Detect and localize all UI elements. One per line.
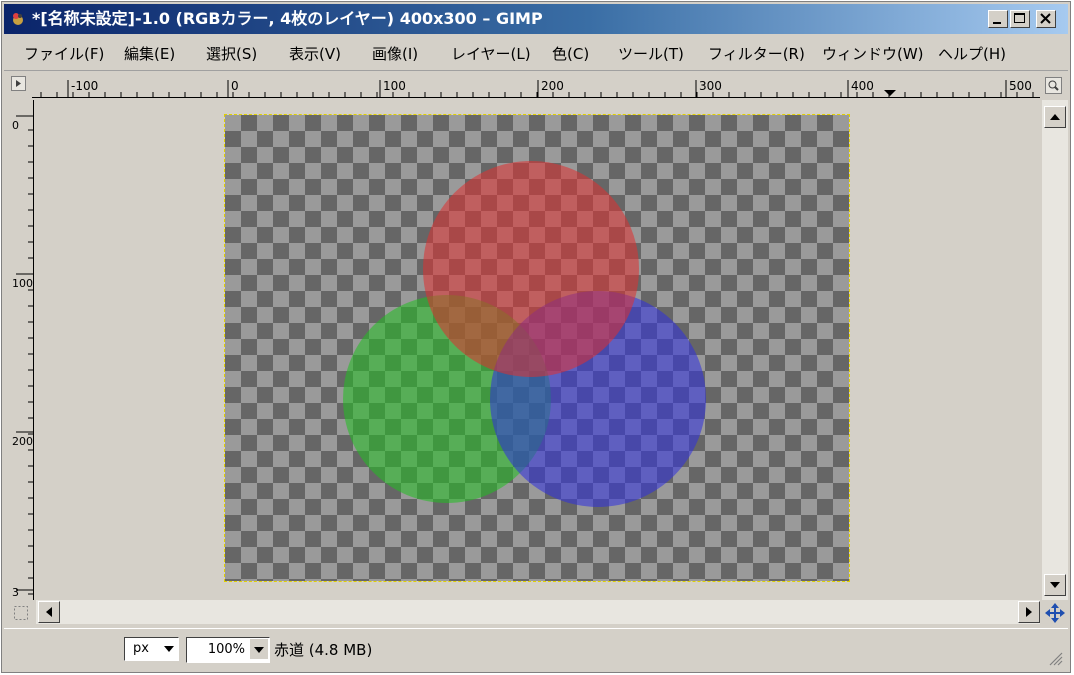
gimp-image-window: *[名称未設定]-1.0 (RGBカラー, 4枚のレイヤー) 400x300 –… xyxy=(1,1,1071,673)
vruler-label: 3 xyxy=(12,586,19,599)
rgb-circles xyxy=(343,161,706,507)
gimp-app-icon[interactable] xyxy=(10,11,26,27)
zoom-toggle-icon[interactable] xyxy=(1044,77,1064,95)
chevron-down-icon xyxy=(254,647,264,653)
hruler-label: 300 xyxy=(699,79,722,93)
zoom-value: 100% xyxy=(207,642,245,657)
horizontal-scrollbar[interactable] xyxy=(36,600,1040,624)
menu-layer[interactable]: レイヤー(L) xyxy=(451,43,531,64)
menu-filters[interactable]: フィルター(R) xyxy=(708,43,805,64)
status-message: 赤道 (4.8 MB) xyxy=(274,641,373,659)
hruler-label: -100 xyxy=(71,79,98,93)
resize-grip-icon[interactable] xyxy=(1044,647,1064,667)
chevron-down-icon xyxy=(164,646,174,652)
menu-colors[interactable]: 色(C) xyxy=(552,43,589,64)
image-canvas[interactable] xyxy=(224,114,850,582)
status-bar: px 100% 赤道 (4.8 MB) xyxy=(4,628,1068,672)
horizontal-ruler[interactable]: -100 0 100 200 300 400 500 xyxy=(32,72,1040,98)
hruler-label: 100 xyxy=(383,79,406,93)
scroll-left-icon xyxy=(46,607,52,617)
navigate-icon[interactable] xyxy=(1044,602,1066,624)
unit-value: px xyxy=(133,641,149,656)
hruler-label: 0 xyxy=(231,79,239,93)
scroll-right-icon xyxy=(1026,607,1032,617)
vruler-ticks xyxy=(16,100,34,600)
title-bar[interactable]: *[名称未設定]-1.0 (RGBカラー, 4枚のレイヤー) 400x300 –… xyxy=(4,4,1068,34)
hruler-label: 400 xyxy=(851,79,874,93)
menu-view[interactable]: 表示(V) xyxy=(289,43,341,64)
hruler-ticks xyxy=(32,80,1040,98)
vruler-label: 0 xyxy=(12,119,19,132)
red-circle xyxy=(423,161,639,377)
scroll-down-icon xyxy=(1050,582,1060,588)
minimize-button[interactable] xyxy=(988,10,1008,28)
scroll-down-button[interactable] xyxy=(1044,574,1066,596)
canvas-area[interactable] xyxy=(36,100,1040,598)
zoom-dropdown-button[interactable] xyxy=(250,639,268,659)
ruler-menu-icon[interactable] xyxy=(10,75,32,95)
hruler-label: 200 xyxy=(541,79,564,93)
vertical-scrollbar[interactable] xyxy=(1042,100,1068,600)
menu-image[interactable]: 画像(I) xyxy=(372,43,418,64)
unit-selector[interactable]: px xyxy=(124,637,179,661)
menu-windows[interactable]: ウィンドウ(W) xyxy=(822,43,924,64)
vruler-label: 200 xyxy=(12,435,33,448)
quick-mask-icon[interactable] xyxy=(12,604,30,622)
maximize-button[interactable] xyxy=(1010,10,1030,28)
zoom-selector[interactable]: 100% xyxy=(186,637,270,663)
menu-bar: ファイル(F) 編集(E) 選択(S) 表示(V) 画像(I) レイヤー(L) … xyxy=(4,36,1068,71)
menu-tools[interactable]: ツール(T) xyxy=(618,43,684,64)
circle-layers xyxy=(343,161,706,507)
vertical-ruler[interactable]: 0 100 200 3 xyxy=(8,100,34,600)
menu-edit[interactable]: 編集(E) xyxy=(124,43,175,64)
scroll-right-button[interactable] xyxy=(1018,601,1040,623)
close-icon xyxy=(1040,13,1051,24)
menu-file[interactable]: ファイル(F) xyxy=(24,43,104,64)
hruler-pointer xyxy=(884,90,896,96)
window-title: *[名称未設定]-1.0 (RGBカラー, 4枚のレイヤー) 400x300 –… xyxy=(32,9,543,28)
vruler-label: 100 xyxy=(12,277,33,290)
vruler-labels: 0 100 200 3 xyxy=(12,119,33,599)
minimize-icon xyxy=(993,22,1001,24)
maximize-icon xyxy=(1014,13,1025,23)
scroll-up-icon xyxy=(1050,114,1060,120)
menu-help[interactable]: ヘルプ(H) xyxy=(938,43,1006,64)
scroll-up-button[interactable] xyxy=(1044,106,1066,128)
scroll-left-button[interactable] xyxy=(38,601,60,623)
hruler-label: 500 xyxy=(1009,79,1032,93)
menu-select[interactable]: 選択(S) xyxy=(206,43,257,64)
close-button[interactable] xyxy=(1036,10,1056,28)
